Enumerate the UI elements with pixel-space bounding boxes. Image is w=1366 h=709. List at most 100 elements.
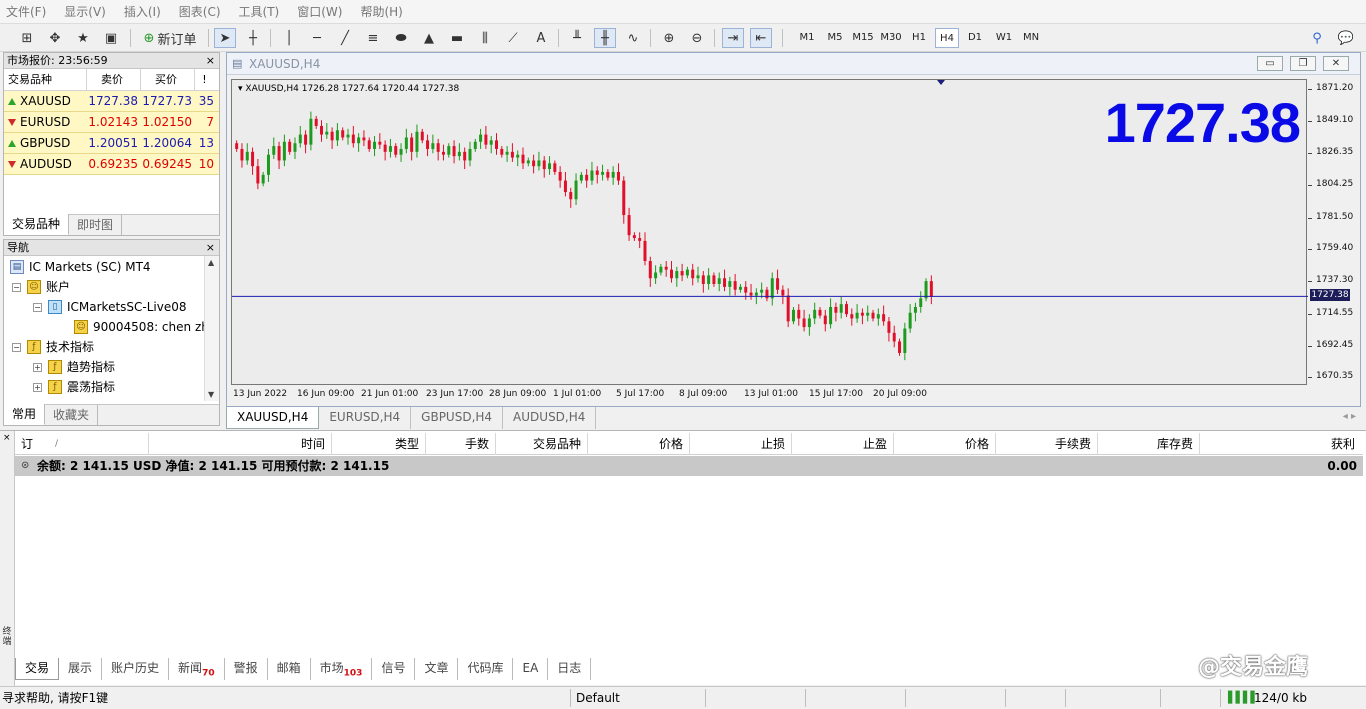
crosshair-icon[interactable]: ┼ xyxy=(242,28,264,48)
chart-tab-xauusd[interactable]: XAUUSD,H4 xyxy=(226,407,320,429)
chart-shift-icon[interactable]: ⇤ xyxy=(750,28,772,48)
nav-item-broker[interactable]: ▤ IC Markets (SC) MT4 xyxy=(10,257,151,277)
channel-icon[interactable]: ≡ xyxy=(362,28,384,48)
tab-tick-chart[interactable]: 即时图 xyxy=(69,215,123,235)
maximize-button[interactable]: ❐ xyxy=(1290,56,1316,71)
menu-file[interactable]: 文件(F) xyxy=(6,3,46,20)
menu-charts[interactable]: 图表(C) xyxy=(179,3,221,20)
terminal-tab-4[interactable]: 警报 xyxy=(225,658,268,680)
symbol-row-audusd[interactable]: AUDUSD 0.69235 0.69245 10 xyxy=(4,154,219,175)
col-swap[interactable]: 库存费 xyxy=(1098,433,1200,455)
cursor-icon[interactable]: ➤ xyxy=(214,28,236,48)
col-commission[interactable]: 手续费 xyxy=(996,433,1098,455)
terminal-tab-8[interactable]: 文章 xyxy=(415,658,459,680)
menu-insert[interactable]: 插入(I) xyxy=(124,3,161,20)
new-order-button[interactable]: ⊕ 新订单 xyxy=(138,28,202,48)
nav-item-server[interactable]: − ▯ ICMarketsSC-Live08 xyxy=(33,297,187,317)
terminal-tab-9[interactable]: 代码库 xyxy=(458,658,514,680)
symbol-row-xauusd[interactable]: XAUUSD 1727.38 1727.73 35 xyxy=(4,91,219,112)
symbol-row-gbpusd[interactable]: GBPUSD 1.20051 1.20064 13 xyxy=(4,133,219,154)
tf-m1[interactable]: M1 xyxy=(796,28,818,48)
auto-scroll-icon[interactable]: ⇥ xyxy=(722,28,744,48)
zoom-in-icon[interactable]: ⊕ xyxy=(658,28,680,48)
tab-common[interactable]: 常用 xyxy=(4,404,46,425)
tf-d1[interactable]: D1 xyxy=(964,28,986,48)
nav-item-trend[interactable]: + ƒ 趋势指标 xyxy=(33,357,115,377)
col-lots[interactable]: 手数 xyxy=(426,433,496,455)
terminal-tab-2[interactable]: 账户历史 xyxy=(102,658,170,680)
close-icon[interactable]: × xyxy=(3,433,11,443)
search-icon[interactable]: ⚲ xyxy=(1306,28,1328,48)
chat-icon[interactable]: 💬 xyxy=(1334,28,1358,48)
close-icon[interactable]: × xyxy=(206,53,215,68)
candlestick-icon[interactable]: ╫ xyxy=(594,28,616,48)
terminal-tab-3[interactable]: 新闻70 xyxy=(169,658,225,680)
crosshair-move-icon[interactable]: ✥ xyxy=(44,28,66,48)
minimize-button[interactable]: ▭ xyxy=(1257,56,1283,71)
col-symbol[interactable]: 交易品种 xyxy=(4,69,87,90)
col-symbol[interactable]: 交易品种 xyxy=(496,433,588,455)
new-chart-icon[interactable]: ⊞ xyxy=(16,28,38,48)
expand-icon[interactable]: + xyxy=(33,382,42,392)
chart-tab-gbpusd[interactable]: GBPUSD,H4 xyxy=(411,407,504,429)
terminal-tab-1[interactable]: 展示 xyxy=(59,658,103,680)
collapse-icon[interactable]: − xyxy=(12,342,21,352)
triangle-icon[interactable]: ▲ xyxy=(418,28,440,48)
navigator-scrollbar[interactable]: ▲ ▼ xyxy=(204,256,219,401)
profiles-icon[interactable]: ★ xyxy=(72,28,94,48)
gann-icon[interactable]: ⟋ xyxy=(502,28,524,48)
ellipse-icon[interactable]: ⬬ xyxy=(390,28,412,48)
close-button[interactable]: ✕ xyxy=(1323,56,1349,71)
collapse-icon[interactable]: − xyxy=(12,282,21,292)
nav-item-account[interactable]: ☺ 90004508: chen zh xyxy=(74,317,209,337)
terminal-tab-10[interactable]: EA xyxy=(513,658,549,680)
bar-chart-icon[interactable]: ╨ xyxy=(566,28,588,48)
menu-window[interactable]: 窗口(W) xyxy=(297,3,342,20)
fibonacci-icon[interactable]: ⫼ xyxy=(474,28,496,48)
zoom-out-icon[interactable]: ⊖ xyxy=(686,28,708,48)
col-bid[interactable]: 卖价 xyxy=(87,69,141,90)
tab-symbols[interactable]: 交易品种 xyxy=(4,214,70,235)
window-icon[interactable]: ▣ xyxy=(100,28,122,48)
symbol-row-eurusd[interactable]: EURUSD 1.02143 1.02150 7 xyxy=(4,112,219,133)
text-icon[interactable]: A xyxy=(530,28,552,48)
tf-h4[interactable]: H4 xyxy=(935,28,959,48)
tf-m5[interactable]: M5 xyxy=(824,28,846,48)
rectangle-icon[interactable]: ▬ xyxy=(446,28,468,48)
terminal-tab-0[interactable]: 交易 xyxy=(15,658,60,680)
price-axis[interactable]: 1727.38 1871.20 1849.10 1826.35 1804.25 1781… xyxy=(1308,79,1360,385)
expand-icon[interactable]: + xyxy=(33,362,42,372)
sort-icon[interactable]: / xyxy=(49,433,149,455)
status-profile[interactable]: Default xyxy=(576,687,620,709)
nav-item-indicators[interactable]: − ƒ 技术指标 xyxy=(12,337,94,357)
menu-help[interactable]: 帮助(H) xyxy=(360,3,402,20)
close-icon[interactable]: × xyxy=(206,240,215,255)
scroll-down-icon[interactable]: ▼ xyxy=(208,390,214,399)
balance-row[interactable]: ⊙ 余额: 2 141.15 USD 净值: 2 141.15 可用预付款: 2… xyxy=(15,456,1363,476)
tf-m30[interactable]: M30 xyxy=(878,28,904,48)
tab-favorites[interactable]: 收藏夹 xyxy=(45,405,99,425)
time-axis[interactable]: 13 Jun 2022 16 Jun 09:00 21 Jun 01:00 23 Ju… xyxy=(231,387,1307,403)
horizontal-line-icon[interactable]: ─ xyxy=(306,28,328,48)
terminal-tab-11[interactable]: 日志 xyxy=(548,658,592,680)
chart-menu-icon[interactable]: ▾ xyxy=(238,84,243,94)
col-profit[interactable]: 获利 xyxy=(1200,433,1363,455)
tf-h1[interactable]: H1 xyxy=(908,28,930,48)
col-price[interactable]: 价格 xyxy=(588,433,690,455)
nav-item-oscillators[interactable]: + ƒ 震荡指标 xyxy=(33,377,115,397)
scroll-up-icon[interactable]: ▲ xyxy=(208,258,214,267)
tf-w1[interactable]: W1 xyxy=(993,28,1015,48)
line-chart-icon[interactable]: ∿ xyxy=(622,28,644,48)
col-tp[interactable]: 止盈 xyxy=(792,433,894,455)
collapse-icon[interactable]: − xyxy=(33,302,42,312)
col-time[interactable]: 时间 xyxy=(149,433,332,455)
chart-tab-audusd[interactable]: AUDUSD,H4 xyxy=(503,407,597,429)
col-price-current[interactable]: 价格 xyxy=(894,433,996,455)
chart-tab-eurusd[interactable]: EURUSD,H4 xyxy=(319,407,412,429)
terminal-tab-6[interactable]: 市场103 xyxy=(311,658,373,680)
terminal-tab-7[interactable]: 信号 xyxy=(372,658,416,680)
col-type[interactable]: 类型 xyxy=(332,433,426,455)
tf-mn[interactable]: MN xyxy=(1020,28,1042,48)
chart-plot-area[interactable]: ▾ XAUUSD,H4 1726.28 1727.64 1720.44 1727… xyxy=(231,79,1308,385)
col-order[interactable]: 订单 xyxy=(15,433,49,473)
